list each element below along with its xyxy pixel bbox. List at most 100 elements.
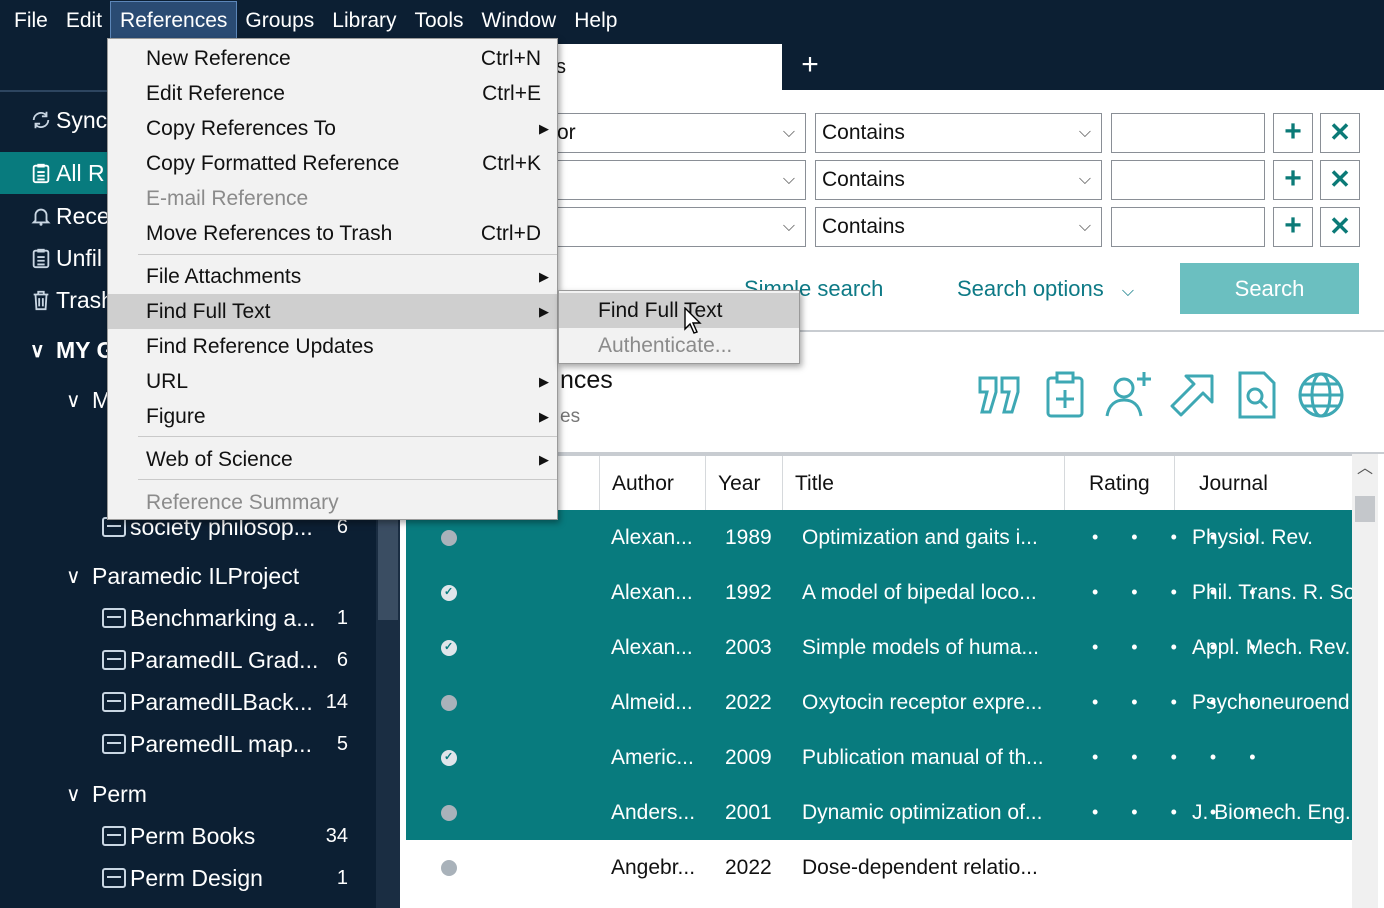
chevron-down-icon[interactable]: ∨: [30, 338, 52, 363]
sidebar-group-item[interactable]: Perm Design 1: [102, 858, 348, 898]
menu-item-label: Edit Reference: [146, 82, 285, 105]
sidebar-sync[interactable]: Sync: [30, 100, 107, 140]
sidebar-item-recent[interactable]: Rece: [30, 196, 110, 236]
read-status-icon[interactable]: [441, 860, 457, 876]
cell-rating[interactable]: • • • • •: [1092, 730, 1270, 785]
clipboard-add-icon[interactable]: [1040, 370, 1090, 420]
menu-item-find-reference-updates[interactable]: Find Reference Updates: [108, 329, 557, 364]
sidebar-subgroup[interactable]: ∨ M: [66, 380, 111, 420]
chevron-down-icon: ⌵: [1078, 218, 1091, 235]
sidebar-section-label: MY G: [56, 336, 115, 363]
sidebar-item-unfiled[interactable]: Unfil: [30, 238, 102, 278]
share-arrow-icon[interactable]: [1168, 370, 1218, 420]
reference-table: Alexan... 1989 Optimization and gaits i.…: [406, 510, 1352, 908]
search-value-input[interactable]: [1111, 160, 1265, 200]
read-status-icon[interactable]: [441, 530, 457, 546]
column-header-title[interactable]: Title: [782, 456, 1064, 512]
search-condition-dropdown[interactable]: Contains ⌵: [815, 160, 1102, 200]
sidebar-subgroup[interactable]: ∨ Perm: [66, 774, 147, 814]
menu-item-figure[interactable]: Figure ▶: [108, 399, 557, 434]
column-header-author[interactable]: Author: [599, 456, 705, 512]
search-field-dropdown[interactable]: ⌵: [550, 207, 806, 247]
table-row[interactable]: Alexan... 2003 Simple models of huma... …: [406, 620, 1352, 675]
menu-item-file-attachments[interactable]: File Attachments ▶: [108, 259, 557, 294]
remove-search-row-button[interactable]: ✕: [1320, 113, 1360, 153]
search-value-input[interactable]: [1111, 207, 1265, 247]
read-status-icon[interactable]: [441, 695, 457, 711]
scroll-up-icon[interactable]: ︿: [1352, 454, 1378, 484]
read-status-icon[interactable]: [441, 565, 457, 620]
search-condition-value: Contains: [822, 121, 905, 144]
menu-item-edit-reference[interactable]: Edit Reference Ctrl+E: [108, 76, 557, 111]
sidebar-item-trash[interactable]: Trash: [30, 280, 114, 320]
search-button[interactable]: Search: [1180, 263, 1359, 314]
table-row[interactable]: Almeid... 2022 Oxytocin receptor expre..…: [406, 675, 1352, 730]
read-status-icon[interactable]: [441, 730, 457, 785]
menu-item-url[interactable]: URL ▶: [108, 364, 557, 399]
add-search-row-button[interactable]: +: [1273, 160, 1313, 200]
menu-item-shortcut: Ctrl+N: [480, 47, 541, 70]
table-scrollbar[interactable]: ︿: [1352, 454, 1378, 908]
sidebar-group-item[interactable]: Benchmarking a... 1: [102, 598, 348, 638]
add-tab-button[interactable]: +: [795, 50, 825, 80]
menu-window[interactable]: Window: [473, 2, 566, 40]
cell-year: 2022: [725, 856, 772, 879]
sidebar-item-all-references[interactable]: All R: [30, 153, 105, 193]
search-condition-dropdown[interactable]: Contains ⌵: [815, 207, 1102, 247]
table-scrollbar-thumb[interactable]: [1355, 496, 1375, 522]
chevron-down-icon[interactable]: ∨: [66, 564, 88, 589]
menu-item-copy-references-to[interactable]: Copy References To ▶: [108, 111, 557, 146]
menu-item-email-reference: E-mail Reference: [108, 181, 557, 216]
sidebar-subgroup[interactable]: ∨ Paramedic ILProject: [66, 556, 299, 596]
remove-search-row-button[interactable]: ✕: [1320, 207, 1360, 247]
menu-item-new-reference[interactable]: New Reference Ctrl+N: [108, 41, 557, 76]
tab-active[interactable]: s: [540, 44, 782, 90]
find-text-icon[interactable]: [1232, 370, 1282, 420]
search-field-dropdown[interactable]: ⌵: [550, 160, 806, 200]
globe-icon[interactable]: [1296, 370, 1346, 420]
cell-author: Americ...: [611, 746, 694, 769]
remove-search-row-button[interactable]: ✕: [1320, 160, 1360, 200]
menu-groups[interactable]: Groups: [236, 2, 323, 40]
table-row[interactable]: Americ... 2009 Publication manual of th.…: [406, 730, 1352, 785]
column-header-journal[interactable]: Journal: [1174, 456, 1352, 512]
column-header-rating[interactable]: Rating: [1064, 456, 1174, 512]
search-value-input[interactable]: [1111, 113, 1265, 153]
menu-item-web-of-science[interactable]: Web of Science ▶: [108, 442, 557, 477]
menu-file[interactable]: File: [5, 2, 57, 40]
menu-help[interactable]: Help: [565, 2, 626, 40]
menu-edit[interactable]: Edit: [57, 2, 111, 40]
search-options-link[interactable]: Search options ⌵: [957, 276, 1134, 302]
chevron-down-icon[interactable]: ∨: [66, 782, 88, 807]
read-status-icon[interactable]: [441, 620, 457, 675]
search-field-dropdown[interactable]: or ⌵: [550, 113, 806, 153]
menu-bar: File Edit References Groups Library Tool…: [0, 0, 1384, 42]
menu-item-copy-formatted-reference[interactable]: Copy Formatted Reference Ctrl+K: [108, 146, 557, 181]
library-subtitle: es: [560, 406, 581, 427]
menu-tools[interactable]: Tools: [406, 2, 473, 40]
table-row[interactable]: Alexan... 1992 A model of bipedal loco..…: [406, 565, 1352, 620]
add-search-row-button[interactable]: +: [1273, 113, 1313, 153]
sidebar-group-item[interactable]: ParemedIL map... 5: [102, 724, 348, 764]
column-header-year[interactable]: Year: [705, 456, 782, 512]
read-status-icon[interactable]: [441, 805, 457, 821]
search-condition-dropdown[interactable]: Contains ⌵: [815, 113, 1102, 153]
quote-icon[interactable]: [976, 370, 1026, 420]
chevron-down-icon[interactable]: ∨: [66, 388, 88, 413]
sidebar-my-groups-header[interactable]: ∨ MY G: [30, 330, 114, 370]
add-search-row-button[interactable]: +: [1273, 207, 1313, 247]
cell-author: Alexan...: [611, 581, 693, 604]
sidebar-group-item[interactable]: ParamedILBack... 14: [102, 682, 348, 722]
menu-references[interactable]: References: [110, 1, 238, 41]
sidebar-group-item[interactable]: Perm Books 34: [102, 816, 348, 856]
trash-icon: [33, 290, 49, 311]
submenu-item-find-full-text[interactable]: Find Full Text: [559, 293, 799, 328]
table-row[interactable]: Anders... 2001 Dynamic optimization of..…: [406, 785, 1352, 840]
group-folder-icon: [102, 650, 126, 670]
sidebar-group-item[interactable]: ParamedIL Grad... 6: [102, 640, 348, 680]
menu-library[interactable]: Library: [323, 2, 405, 40]
table-row[interactable]: Angebr... 2022 Dose-dependent relatio...: [406, 840, 1352, 895]
add-user-icon[interactable]: [1104, 370, 1154, 420]
menu-item-find-full-text[interactable]: Find Full Text ▶: [108, 294, 557, 329]
menu-item-move-to-trash[interactable]: Move References to Trash Ctrl+D: [108, 216, 557, 251]
